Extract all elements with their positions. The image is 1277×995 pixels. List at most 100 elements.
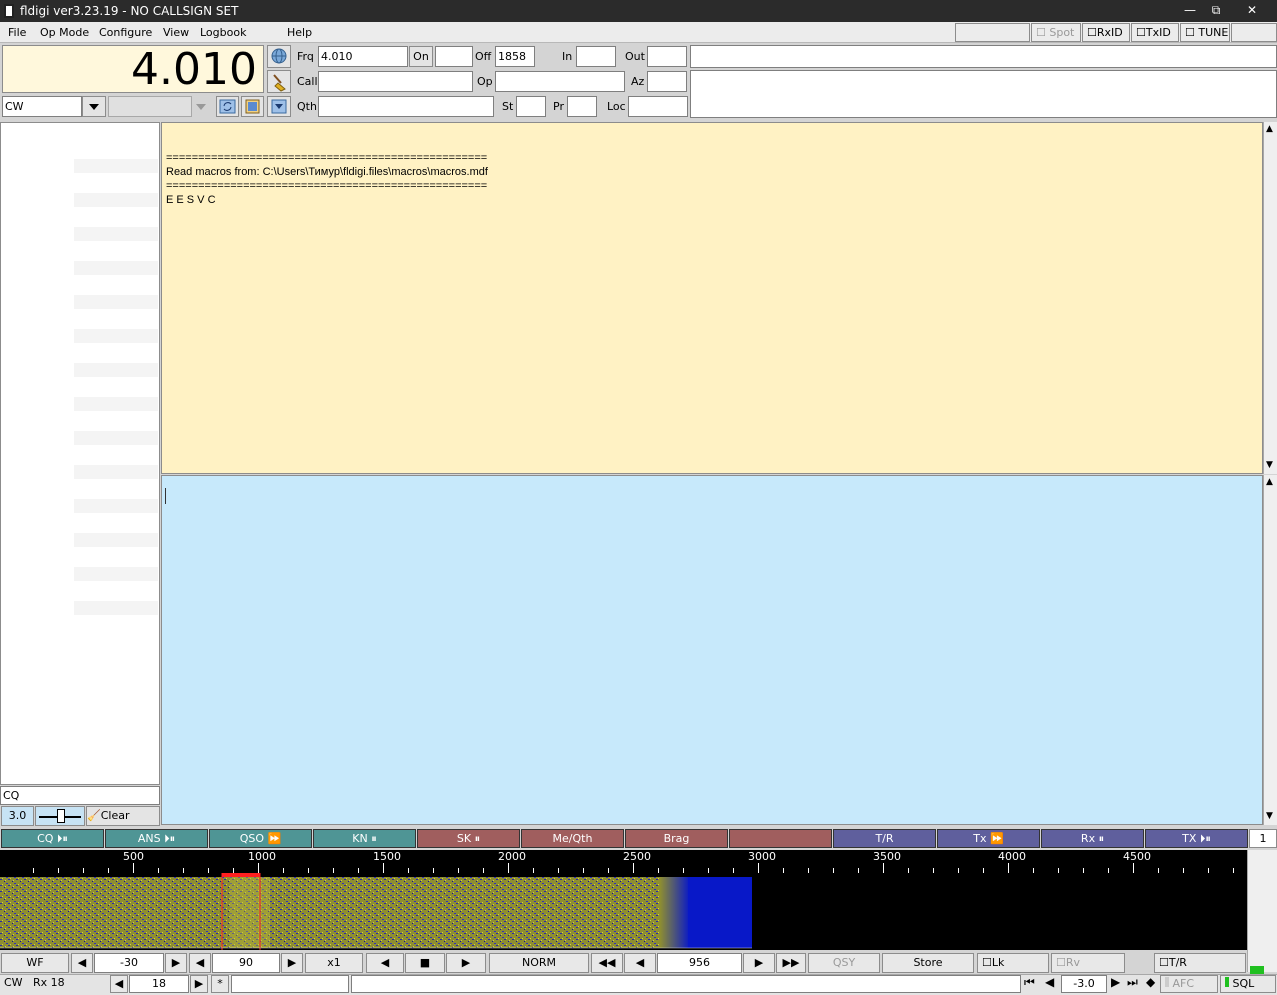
frequency-display[interactable]: 4.010 — [2, 45, 264, 94]
wpm-decrease-button[interactable]: ◀ — [110, 975, 128, 993]
s2n-fast-back-icon[interactable]: ⏮ — [1024, 975, 1035, 990]
macro-button-8[interactable] — [729, 829, 832, 848]
macro-button-5[interactable]: SK ⏸ — [417, 829, 520, 848]
maximize-button[interactable]: ⧉ — [1203, 1, 1229, 19]
wpm-increase-button[interactable]: ▶ — [190, 975, 208, 993]
macro-page-indicator[interactable]: 1 — [1249, 829, 1277, 848]
scroll-down-icon[interactable]: ▼ — [1266, 460, 1273, 470]
on-field[interactable] — [435, 46, 473, 67]
qth-field[interactable] — [318, 96, 494, 117]
lock-toggle[interactable]: ☐Lk — [977, 953, 1049, 973]
rxid-toggle[interactable]: ☐RxID — [1082, 23, 1130, 42]
speed-norm-button[interactable]: NORM — [489, 953, 589, 973]
speed-slider[interactable] — [35, 806, 85, 826]
macro-button-6[interactable]: Me/Qth — [521, 829, 624, 848]
menu-help[interactable]: Help — [287, 26, 312, 39]
waterfall[interactable] — [0, 873, 1247, 950]
mode-dropdown-button[interactable] — [82, 96, 106, 117]
step-forward-button[interactable]: ▶ — [743, 953, 775, 973]
level-decrease-button[interactable]: ◀ — [71, 953, 93, 973]
bandwidth-select[interactable] — [108, 96, 192, 117]
broom-icon[interactable] — [267, 70, 291, 93]
s2n-fast-forward-icon[interactable]: ⏭ — [1127, 975, 1138, 990]
afc-toggle[interactable]: AFC — [1160, 975, 1218, 993]
macro-button-7[interactable]: Brag — [625, 829, 728, 848]
qsy-button[interactable]: QSY — [808, 953, 880, 973]
mode-select[interactable]: CW — [2, 96, 82, 117]
txid-toggle[interactable]: ☐TxID — [1131, 23, 1179, 42]
s2n-back-icon[interactable]: ◀ — [1045, 975, 1054, 989]
scroll-down-icon[interactable]: ▼ — [1266, 811, 1273, 821]
wpm-default-button[interactable]: * — [211, 975, 229, 993]
clear-button[interactable]: 🧹Clear — [86, 806, 160, 826]
reverse-toggle[interactable]: ☐Rv — [1051, 953, 1125, 973]
out-field[interactable] — [647, 46, 687, 67]
range-increase-button[interactable]: ▶ — [281, 953, 303, 973]
op-field[interactable] — [495, 71, 625, 92]
macro-button-11[interactable]: Rx ⏸ — [1041, 829, 1144, 848]
cq-search-field[interactable]: CQ — [0, 786, 160, 805]
macro-button-3[interactable]: QSO ⏩ — [209, 829, 312, 848]
zoom-button[interactable]: x1 — [305, 953, 363, 973]
wpm-field[interactable]: 18 — [129, 975, 189, 993]
st-field[interactable] — [516, 96, 546, 117]
menu-op-mode[interactable]: Op Mode — [40, 26, 89, 39]
frequency-scale[interactable]: 500 1000 1500 2000 2500 3000 3500 4000 4500 — [0, 850, 1247, 873]
menu-file[interactable]: File — [8, 26, 26, 39]
range-field[interactable]: 90 — [212, 953, 280, 973]
tune-toggle[interactable]: ☐ TUNE — [1180, 23, 1230, 42]
rx-scrollbar[interactable]: ▲ ▼ — [1263, 122, 1277, 474]
menu-view[interactable]: View — [163, 26, 189, 39]
menu-configure[interactable]: Configure — [99, 26, 152, 39]
range-decrease-button[interactable]: ◀ — [189, 953, 211, 973]
left-channel-browser[interactable] — [0, 122, 160, 785]
spot-toggle[interactable]: ☐ Spot — [1031, 23, 1081, 42]
bandwidth-dropdown-icon[interactable] — [192, 96, 212, 117]
macro-button-9[interactable]: T/R — [833, 829, 936, 848]
sql-toggle[interactable]: SQL — [1220, 975, 1276, 993]
slower-button[interactable]: ◀ — [366, 953, 404, 973]
logbook-icon[interactable] — [241, 96, 264, 117]
wf-mode-button[interactable]: WF — [1, 953, 69, 973]
macro-button-12[interactable]: TX ⏵⏸ — [1145, 829, 1248, 848]
in-field[interactable] — [576, 46, 616, 67]
fast-forward-button[interactable]: ▶▶ — [776, 953, 806, 973]
save-log-icon[interactable] — [267, 96, 291, 117]
faster-button[interactable]: ▶ — [446, 953, 486, 973]
refresh-icon[interactable] — [216, 96, 239, 117]
globe-icon[interactable] — [267, 45, 291, 68]
tr-toggle[interactable]: ☐T/R — [1154, 953, 1246, 973]
waterfall-side-scroll[interactable] — [1247, 850, 1277, 974]
pr-field[interactable] — [567, 96, 597, 117]
receive-text-pane[interactable]: ========================================… — [161, 122, 1263, 474]
store-button[interactable]: Store — [882, 953, 974, 973]
s2n-forward-icon[interactable]: ▶ — [1111, 975, 1120, 989]
transmit-text-pane[interactable] — [161, 475, 1263, 825]
frq-field[interactable]: 4.010 — [318, 46, 408, 67]
fast-rewind-button[interactable]: ◀◀ — [591, 953, 623, 973]
level-field[interactable]: -30 — [94, 953, 164, 973]
slider-thumb[interactable] — [57, 809, 65, 823]
scroll-up-icon[interactable]: ▲ — [1266, 477, 1273, 487]
speed-value[interactable]: 3.0 — [1, 806, 34, 826]
on-button[interactable]: On — [409, 46, 433, 67]
notes-field[interactable] — [690, 70, 1277, 118]
cursor-frequency-field[interactable]: 956 — [657, 953, 742, 973]
loc-field[interactable] — [628, 96, 688, 117]
close-button[interactable]: ✕ — [1232, 1, 1272, 19]
az-field[interactable] — [647, 71, 687, 92]
level-increase-button[interactable]: ▶ — [165, 953, 187, 973]
notes-top-field[interactable] — [690, 45, 1277, 68]
macro-button-2[interactable]: ANS ⏵⏸ — [105, 829, 208, 848]
call-field[interactable] — [318, 71, 473, 92]
menu-logbook[interactable]: Logbook — [200, 26, 246, 39]
tx-scrollbar[interactable]: ▲ ▼ — [1263, 475, 1277, 825]
macro-button-10[interactable]: Tx ⏩ — [937, 829, 1040, 848]
off-field[interactable]: 1858 — [495, 46, 535, 67]
step-back-button[interactable]: ◀ — [624, 953, 656, 973]
minimize-button[interactable]: — — [1177, 1, 1203, 19]
scroll-up-icon[interactable]: ▲ — [1266, 124, 1273, 134]
macro-button-4[interactable]: KN ⏸ — [313, 829, 416, 848]
macro-button-1[interactable]: CQ ⏵⏸ — [1, 829, 104, 848]
pause-button[interactable]: ■ — [405, 953, 445, 973]
